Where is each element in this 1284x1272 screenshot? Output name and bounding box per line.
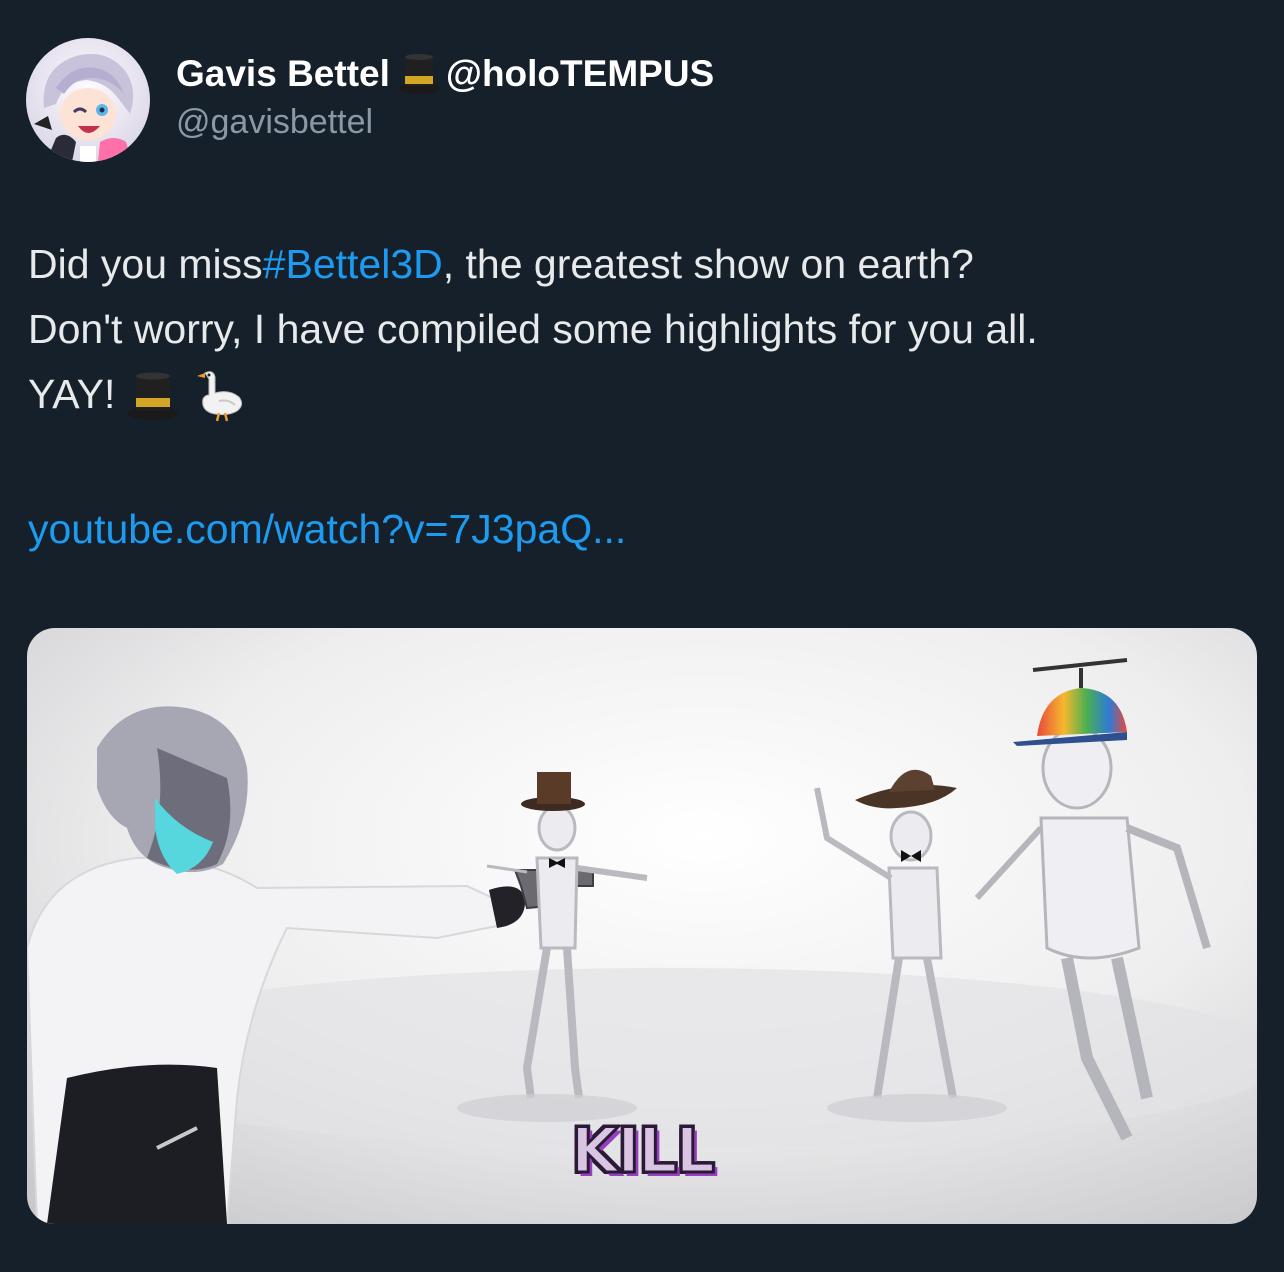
- top-hat-icon: [396, 52, 442, 96]
- youtube-link[interactable]: youtube.com/watch?v=7J3paQ...: [28, 497, 626, 562]
- tweet-line-2: Don't worry, I have compiled some highli…: [28, 297, 1258, 362]
- hashtag-link[interactable]: #Bettel3D: [263, 232, 443, 297]
- tweet-line-1-pre: Did you miss: [28, 241, 263, 287]
- author-display-name[interactable]: Gavis Bettel: [176, 52, 390, 96]
- top-hat-icon: [125, 367, 181, 423]
- author-avatar[interactable]: [26, 38, 150, 162]
- video-thumbnail[interactable]: KILL: [27, 628, 1257, 1224]
- author-handle[interactable]: @gavisbettel: [176, 100, 714, 144]
- author-info: Gavis Bettel @holoTEMPUS @gavisbettel: [176, 52, 714, 144]
- thumbnail-scene: [27, 628, 1257, 1224]
- tweet-line-3-text: YAY!: [28, 371, 116, 417]
- tweet-line-1-post: , the greatest show on earth?: [442, 241, 974, 287]
- tweet-card: Gavis Bettel @holoTEMPUS @gavisbettel Di…: [0, 0, 1284, 1272]
- tweet-text: Did you miss #Bettel3D, the greatest sho…: [28, 232, 1258, 427]
- avatar-image: [26, 38, 150, 162]
- tweet-line-1: Did you miss #Bettel3D, the greatest sho…: [28, 232, 1258, 297]
- author-name-suffix: @holoTEMPUS: [445, 53, 715, 94]
- tweet-line-2-text: Don't worry, I have compiled some highli…: [28, 306, 1038, 352]
- tweet-line-3: YAY!: [28, 362, 1258, 427]
- author-name-line: Gavis Bettel @holoTEMPUS: [176, 52, 714, 96]
- goose-icon: [191, 367, 247, 423]
